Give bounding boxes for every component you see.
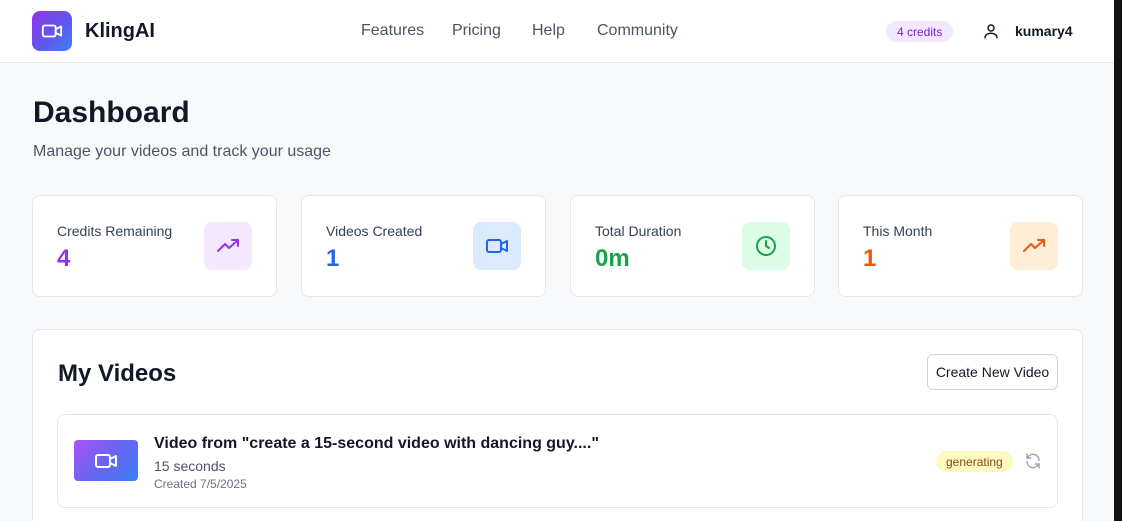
- video-duration: 15 seconds: [154, 458, 226, 474]
- status-badge: generating: [936, 451, 1013, 472]
- nav-link-community[interactable]: Community: [597, 22, 678, 40]
- page-subtitle: Manage your videos and track your usage: [33, 143, 331, 160]
- nav-link-features[interactable]: Features: [361, 22, 424, 40]
- clock-icon: [756, 236, 776, 256]
- trending-up-icon: [1023, 239, 1045, 252]
- credits-badge: 4 credits: [886, 21, 954, 42]
- video-camera-icon: [95, 453, 117, 468]
- video-camera-icon: [41, 24, 63, 38]
- stat-label: Total Duration: [595, 223, 682, 239]
- video-thumbnail[interactable]: [74, 440, 138, 481]
- page-title: Dashboard: [33, 96, 190, 129]
- top-navbar: KlingAI Features Pricing Help Community …: [0, 0, 1114, 63]
- stat-icon-box: [742, 222, 790, 270]
- stat-card-duration: Total Duration 0m: [570, 195, 815, 297]
- stat-icon-box: [473, 222, 521, 270]
- logo[interactable]: [32, 11, 72, 51]
- brand-name[interactable]: KlingAI: [85, 20, 155, 43]
- video-list-item[interactable]: Video from "create a 15-second video wit…: [57, 414, 1058, 508]
- window-edge: [1114, 0, 1122, 521]
- trending-up-icon: [217, 239, 239, 252]
- user-icon[interactable]: [982, 22, 1000, 40]
- stat-label: Videos Created: [326, 223, 423, 239]
- stat-value: 1: [863, 245, 877, 272]
- username[interactable]: kumary4: [1015, 23, 1073, 39]
- stat-value: 0m: [595, 245, 630, 272]
- stat-value: 1: [326, 245, 340, 272]
- my-videos-panel: My Videos Create New Video Video from "c…: [32, 329, 1083, 521]
- stat-icon-box: [1010, 222, 1058, 270]
- stat-card-credits: Credits Remaining 4: [32, 195, 277, 297]
- stat-label: This Month: [863, 223, 933, 239]
- refresh-icon[interactable]: [1024, 452, 1042, 470]
- video-camera-icon: [486, 239, 508, 253]
- create-new-video-button[interactable]: Create New Video: [927, 354, 1058, 390]
- video-title[interactable]: Video from "create a 15-second video wit…: [154, 435, 599, 453]
- stat-card-videos: Videos Created 1: [301, 195, 546, 297]
- stat-label: Credits Remaining: [57, 223, 173, 239]
- stat-card-month: This Month 1: [838, 195, 1083, 297]
- stat-icon-box: [204, 222, 252, 270]
- section-title: My Videos: [58, 360, 177, 387]
- nav-link-pricing[interactable]: Pricing: [452, 22, 501, 40]
- stat-value: 4: [57, 245, 71, 272]
- nav-link-help[interactable]: Help: [532, 22, 565, 40]
- video-created-date: Created 7/5/2025: [154, 477, 247, 491]
